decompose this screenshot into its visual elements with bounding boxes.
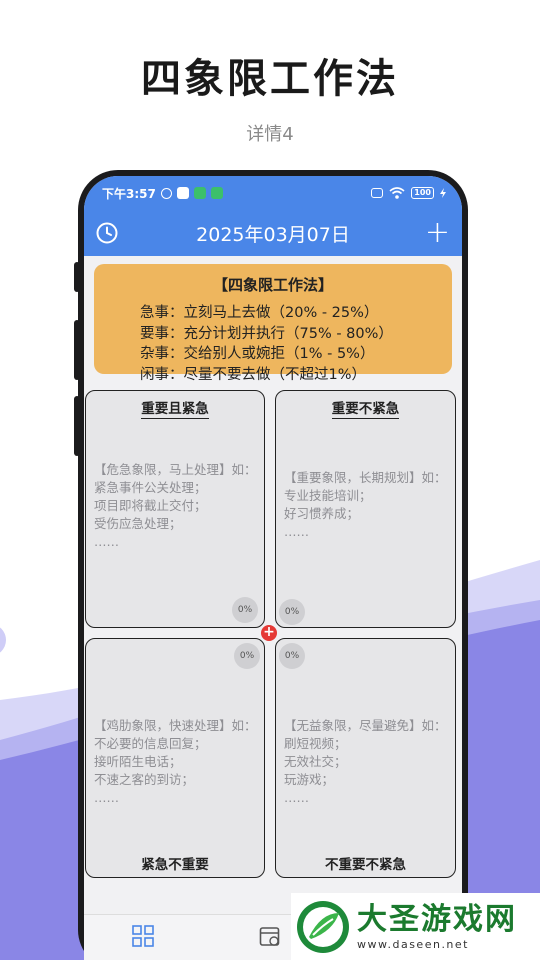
status-time: 下午3:57: [102, 186, 156, 201]
quadrant-line: 【无益象限，尽量避免】如：: [284, 718, 447, 733]
quadrant-line: 不速之客的到访；: [94, 772, 195, 787]
quadrant-line: ……: [94, 534, 119, 549]
quadrant-line: 受伤应急处理；: [94, 516, 182, 531]
method-info-card: 【四象限工作法】 急事：立刻马上去做（20% - 25%） 要事：充分计划并执行…: [94, 264, 452, 383]
progress-badge: 0%: [232, 597, 258, 623]
info-card-line: 闲事：尽量不要去做（不超过1%）: [140, 366, 367, 383]
app-bar: 2025年03月07日 +: [84, 210, 462, 256]
quadrant-line: 玩游戏；: [284, 772, 335, 787]
watermark-name: 大圣游戏网: [357, 902, 517, 937]
center-add-button[interactable]: +: [261, 625, 277, 641]
app-notification-icon: [176, 187, 189, 199]
grid-icon[interactable]: [132, 925, 154, 947]
progress-badge: 0%: [234, 643, 260, 669]
quadrant-title: 不重要不紧急: [325, 857, 406, 873]
wechat-icon: [210, 187, 223, 199]
watermark: 大圣游戏网 www.daseen.net: [291, 893, 540, 960]
info-card-line: 杂事：交给别人或婉拒（1% - 5%）: [140, 346, 375, 362]
add-task-button[interactable]: +: [425, 218, 450, 248]
quadrant-line: ……: [284, 790, 309, 805]
quadrant-line: 刷短视频；: [284, 736, 347, 751]
watermark-url: www.daseen.net: [357, 938, 469, 951]
quadrant-line: 【鸡肋象限，快速处理】如：: [94, 718, 257, 733]
info-card-line: 要事：充分计划并执行（75% - 80%）: [140, 325, 393, 342]
quadrant-line: ……: [284, 524, 309, 539]
sim-off-icon: [371, 188, 384, 198]
clock-icon[interactable]: [96, 222, 118, 244]
info-card-title: 【四象限工作法】: [212, 276, 333, 294]
quadrant-grid: 重要且紧急 【危急象限，马上处理】如： 紧急事件公关处理； 项目即将截止交付； …: [84, 390, 462, 890]
quadrant-line: ……: [94, 790, 119, 805]
info-card-line: 急事：立刻马上去做（20% - 25%）: [140, 305, 379, 321]
battery-indicator: 100: [411, 187, 434, 199]
quadrant-urgent-important[interactable]: 重要且紧急 【危急象限，马上处理】如： 紧急事件公关处理； 项目即将截止交付； …: [85, 390, 265, 628]
quadrant-title: 重要且紧急: [141, 401, 209, 419]
quadrant-line: 紧急事件公关处理；: [94, 480, 207, 495]
quadrant-urgent-not-important[interactable]: 0% 【鸡肋象限，快速处理】如： 不必要的信息回复； 接听陌生电话； 不速之客的…: [85, 638, 265, 878]
quadrant-line: 无效社交；: [284, 754, 347, 769]
quadrant-line: 【危急象限，马上处理】如：: [94, 462, 257, 477]
progress-badge: 0%: [279, 599, 305, 625]
quadrant-line: 【重要象限，长期规划】如：: [284, 470, 447, 485]
quadrant-not-urgent-not-important[interactable]: 0% 【无益象限，尽量避免】如： 刷短视频； 无效社交； 玩游戏； …… 不重要…: [275, 638, 456, 878]
quadrant-important-not-urgent[interactable]: 重要不紧急 【重要象限，长期规划】如： 专业技能培训； 好习惯养成； …… 0%: [275, 390, 456, 628]
app-screen: 下午3:57 100 2025年03月07日 + 【四象限工作法】 急事：立刻马…: [84, 176, 462, 960]
status-bar: 下午3:57 100: [84, 176, 462, 210]
quadrant-line: 接听陌生电话；: [94, 754, 182, 769]
alarm-off-icon: [160, 187, 172, 199]
quadrant-line: 好习惯养成；: [284, 506, 360, 521]
wechat-icon: [193, 187, 206, 199]
promo-title: 四象限工作法: [141, 56, 399, 102]
current-date[interactable]: 2025年03月07日: [84, 220, 462, 247]
wifi-icon: [389, 187, 405, 199]
quadrant-line: 不必要的信息回复；: [94, 736, 207, 751]
quadrant-line: 专业技能培训；: [284, 488, 372, 503]
quadrant-line: 项目即将截止交付；: [94, 498, 207, 513]
progress-badge: 0%: [279, 643, 305, 669]
quadrant-title: 紧急不重要: [141, 857, 209, 873]
promo-subtitle: 详情4: [246, 124, 294, 145]
quadrant-title: 重要不紧急: [331, 401, 400, 419]
daseen-logo-icon: [297, 900, 349, 953]
charging-icon: [440, 188, 446, 198]
calendar-check-icon[interactable]: [259, 925, 281, 947]
